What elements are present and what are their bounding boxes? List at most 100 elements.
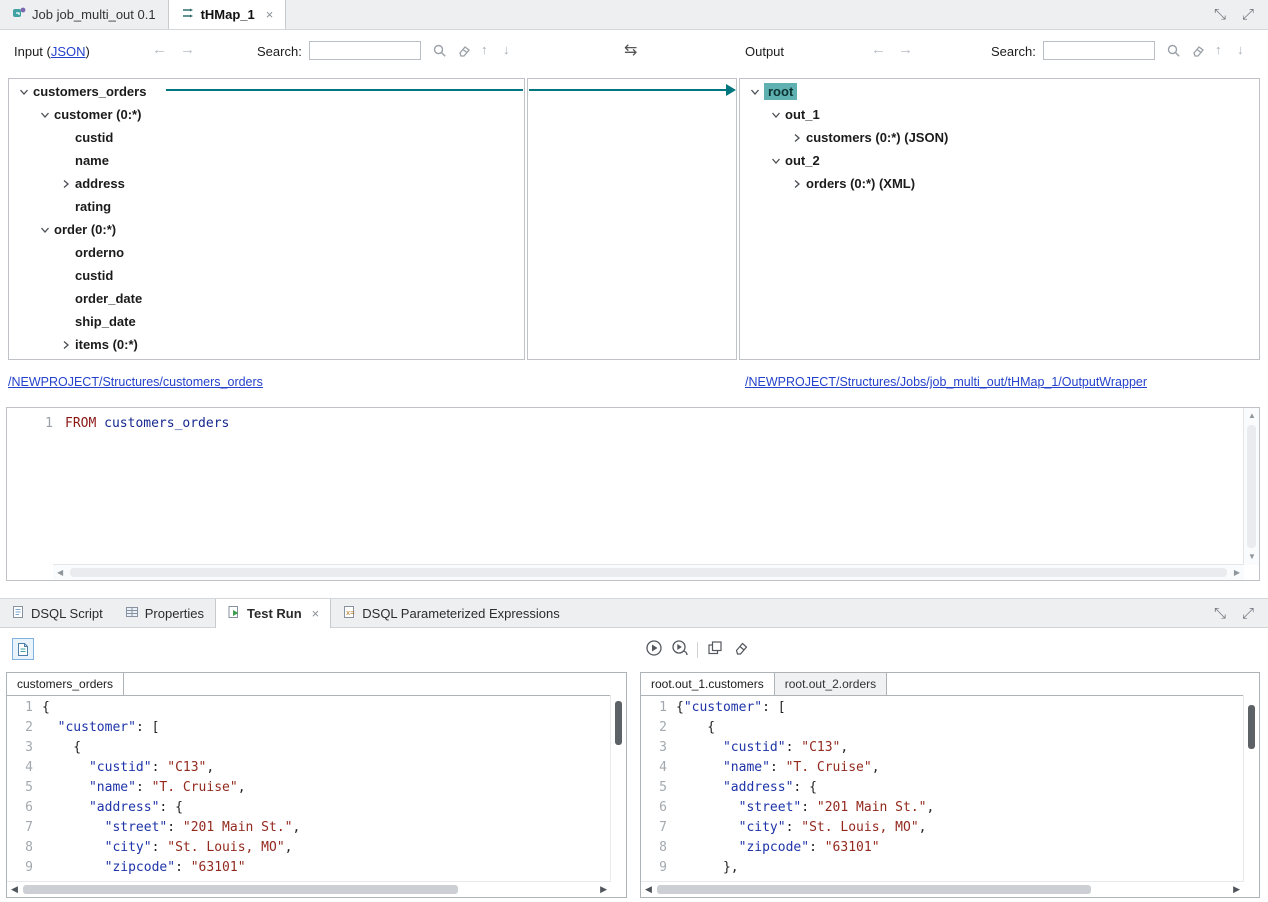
tree-node-name[interactable]: name — [9, 149, 524, 172]
tree-node-ship-date[interactable]: ship_date — [9, 310, 524, 333]
dsql-vertical-scrollbar[interactable]: ▲ ▼ — [1243, 408, 1259, 565]
tree-node-out-2[interactable]: out_2 — [740, 149, 1259, 172]
tree-node-customers-0-json[interactable]: customers (0:*) (JSON) — [740, 126, 1259, 149]
chevron-collapsed-icon[interactable] — [790, 131, 804, 145]
scrollbar-thumb[interactable] — [657, 885, 1091, 894]
dsql-script-editor[interactable]: 1FROM customers_orders ▲ ▼ ◀ ▶ — [6, 407, 1260, 581]
input-format-link[interactable]: JSON — [51, 44, 86, 59]
scrollbar-thumb[interactable] — [1248, 705, 1255, 749]
scroll-up-icon[interactable]: ▲ — [1248, 412, 1256, 420]
chevron-expanded-icon[interactable] — [38, 108, 52, 122]
tree-node-root[interactable]: root — [740, 80, 1259, 103]
test-output-code-area[interactable]: 1{"customer": [2 {3 "custid": "C13",4 "n… — [641, 695, 1244, 882]
input-search-icon[interactable] — [432, 43, 448, 59]
test-output-horizontal-scrollbar[interactable]: ◀ ▶ — [641, 881, 1244, 897]
output-structure-path-link[interactable]: /NEWPROJECT/Structures/Jobs/job_multi_ou… — [745, 375, 1147, 389]
maximize-view-icon[interactable]: ⤢ — [1242, 6, 1254, 23]
run-all-tests-icon[interactable] — [671, 639, 689, 662]
chevron-expanded-icon[interactable] — [748, 85, 762, 99]
scroll-left-icon[interactable]: ◀ — [11, 885, 18, 894]
tree-node-custid[interactable]: custid — [9, 126, 524, 149]
scroll-right-icon[interactable]: ▶ — [600, 885, 607, 894]
tab-thmap-1[interactable]: tHMap_1 × — [168, 0, 287, 29]
scroll-left-icon[interactable]: ◀ — [57, 569, 63, 577]
output-search-down-icon[interactable]: ↓ — [1237, 42, 1244, 57]
tab-dsql-script[interactable]: DSQL Script — [0, 599, 114, 627]
scrollbar-thumb[interactable] — [23, 885, 458, 894]
output-search-up-icon[interactable]: ↑ — [1215, 42, 1222, 57]
tree-node-custid[interactable]: custid — [9, 264, 524, 287]
tree-node-customers-orders[interactable]: customers_orders — [9, 80, 524, 103]
tree-node-out-1[interactable]: out_1 — [740, 103, 1259, 126]
new-test-case-button[interactable] — [12, 638, 34, 660]
chevron-collapsed-icon[interactable] — [59, 338, 73, 352]
dsql-code-area[interactable]: 1FROM customers_orders — [7, 408, 1244, 565]
chevron-expanded-icon[interactable] — [769, 108, 783, 122]
input-search-down-icon[interactable]: ↓ — [503, 42, 510, 57]
input-back-icon[interactable]: ← — [152, 41, 167, 58]
tree-node-order-0[interactable]: order (0:*) — [9, 218, 524, 241]
tab-test-run[interactable]: Test Run × — [215, 599, 331, 628]
tree-node-order-date[interactable]: order_date — [9, 287, 524, 310]
chevron-expanded-icon[interactable] — [38, 223, 52, 237]
dsql-horizontal-scrollbar[interactable]: ◀ ▶ — [53, 564, 1244, 580]
scroll-left-icon[interactable]: ◀ — [645, 885, 652, 894]
swap-mapping-icon[interactable]: ⇆ — [624, 40, 637, 60]
tree-node-label: order (0:*) — [54, 222, 116, 237]
scroll-right-icon[interactable]: ▶ — [1234, 569, 1240, 577]
tree-node-orderno[interactable]: orderno — [9, 241, 524, 264]
test-input-code-area[interactable]: 1{2 "customer": [3 {4 "custid": "C13",5 … — [7, 695, 611, 882]
input-search-input[interactable] — [309, 41, 421, 60]
input-search-up-icon[interactable]: ↑ — [481, 42, 488, 57]
minimize-view-icon[interactable]: ⤡ — [1214, 605, 1226, 622]
line-number: 4 — [641, 758, 676, 778]
tree-node-orders-0-xml[interactable]: orders (0:*) (XML) — [740, 172, 1259, 195]
tab-customers-orders[interactable]: customers_orders — [7, 673, 124, 695]
input-structure-path-link[interactable]: /NEWPROJECT/Structures/customers_orders — [8, 375, 263, 389]
code-line: 6 "street": "201 Main St.", — [641, 798, 1244, 818]
input-search-label: Search: — [257, 44, 302, 59]
output-search-icon[interactable] — [1166, 43, 1182, 59]
input-forward-icon[interactable]: → — [180, 41, 195, 58]
test-input-horizontal-scrollbar[interactable]: ◀ ▶ — [7, 881, 611, 897]
scrollbar-thumb[interactable] — [615, 701, 622, 745]
scrollbar-thumb[interactable] — [70, 568, 1227, 577]
test-run-icon — [227, 605, 241, 622]
run-test-icon[interactable] — [645, 639, 663, 662]
tab-properties[interactable]: Properties — [114, 599, 215, 627]
tree-node-label: customer (0:*) — [54, 107, 141, 122]
output-search-input[interactable] — [1043, 41, 1155, 60]
chevron-expanded-icon[interactable] — [17, 85, 31, 99]
scrollbar-thumb[interactable] — [1247, 425, 1256, 548]
maximize-view-icon[interactable]: ⤢ — [1242, 605, 1254, 622]
test-output-vertical-scrollbar[interactable] — [1243, 695, 1259, 882]
tab-job-job-multi-out[interactable]: Job job_multi_out 0.1 — [0, 0, 168, 29]
output-back-icon[interactable]: ← — [871, 41, 886, 58]
tab-root-out-2-orders[interactable]: root.out_2.orders — [775, 673, 887, 695]
close-tab-icon[interactable]: × — [266, 7, 274, 22]
input-tree: customers_orderscustomer (0:*)custidname… — [9, 80, 524, 356]
chevron-collapsed-icon[interactable] — [59, 177, 73, 191]
output-clear-search-icon[interactable] — [1190, 43, 1206, 59]
chevron-collapsed-icon[interactable] — [790, 177, 804, 191]
tree-node-rating[interactable]: rating — [9, 195, 524, 218]
test-input-vertical-scrollbar[interactable] — [610, 695, 626, 882]
input-clear-search-icon[interactable] — [456, 43, 472, 59]
scroll-right-icon[interactable]: ▶ — [1233, 885, 1240, 894]
tree-node-customer-0[interactable]: customer (0:*) — [9, 103, 524, 126]
tab-dsql-parameterized-expressions[interactable]: x= DSQL Parameterized Expressions — [331, 599, 571, 627]
tree-node-label: out_2 — [785, 153, 820, 168]
tree-node-items-0[interactable]: items (0:*) — [9, 333, 524, 356]
close-tab-icon[interactable]: × — [312, 606, 320, 621]
tree-node-address[interactable]: address — [9, 172, 524, 195]
clear-results-icon[interactable] — [732, 639, 750, 662]
code-line: 4 "name": "T. Cruise", — [641, 758, 1244, 778]
output-forward-icon[interactable]: → — [898, 41, 913, 58]
minimize-view-icon[interactable]: ⤡ — [1214, 6, 1226, 23]
mapping-canvas[interactable] — [527, 78, 737, 360]
chevron-expanded-icon[interactable] — [769, 154, 783, 168]
tab-root-out-1-customers[interactable]: root.out_1.customers — [641, 673, 775, 695]
scroll-down-icon[interactable]: ▼ — [1248, 553, 1256, 561]
duplicate-icon[interactable] — [706, 639, 724, 662]
code-line: 7 "street": "201 Main St.", — [7, 818, 611, 838]
